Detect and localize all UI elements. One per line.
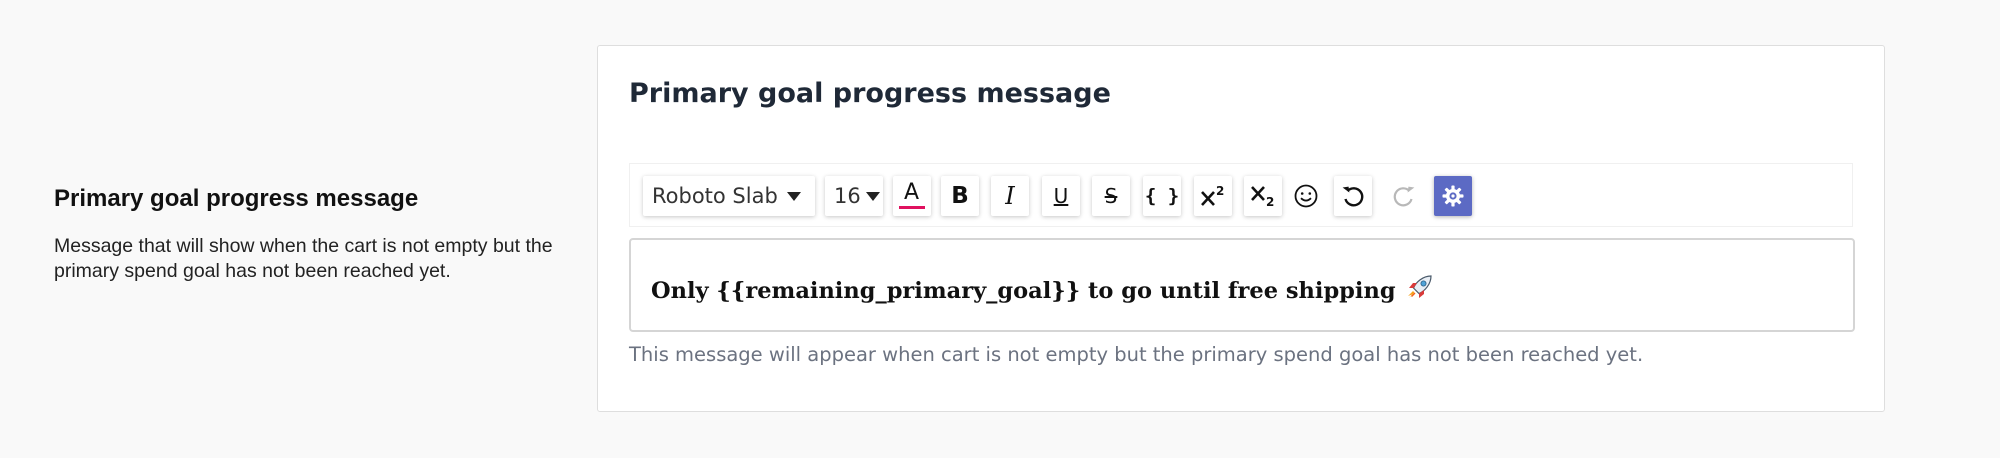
undo-icon (1342, 186, 1364, 207)
undo-button[interactable] (1334, 176, 1372, 216)
editor-toolbar: Roboto Slab 16 A B I U S { } 2 2 (629, 163, 1853, 227)
font-family-value: Roboto Slab (652, 184, 778, 208)
settings-icon (1442, 185, 1464, 207)
section-description: Message that will show when the cart is … (54, 235, 553, 282)
text-color-icon: A (898, 181, 926, 211)
help-text: This message will appear when cart is no… (629, 343, 1644, 366)
message-card: Primary goal progress message Roboto Sla… (597, 45, 1885, 412)
text-color-button[interactable]: A (893, 176, 931, 216)
underline-button[interactable]: U (1042, 176, 1080, 216)
bold-icon: B (951, 182, 969, 209)
emoji-button[interactable] (1288, 176, 1324, 216)
redo-button[interactable] (1385, 176, 1423, 216)
svg-text:2: 2 (1216, 184, 1224, 198)
strikethrough-button[interactable]: S (1092, 176, 1130, 216)
message-editor[interactable]: Only {{remaining_primary_goal}} to go un… (629, 238, 1855, 332)
code-braces-icon: { } (1144, 184, 1180, 207)
bold-button[interactable]: B (941, 176, 979, 216)
rocket-icon (1404, 273, 1436, 309)
editor-content: Only {{remaining_primary_goal}} to go un… (651, 273, 1436, 309)
code-button[interactable]: { } (1143, 176, 1181, 216)
editor-message-text: Only {{remaining_primary_goal}} to go un… (651, 278, 1396, 304)
subscript-button[interactable]: 2 (1244, 176, 1282, 216)
underline-icon: U (1053, 184, 1069, 208)
settings-button[interactable] (1434, 176, 1472, 216)
font-size-value: 16 (834, 184, 861, 208)
italic-icon: I (1005, 182, 1015, 210)
italic-button[interactable]: I (991, 176, 1029, 216)
section-title: Primary goal progress message (54, 185, 419, 212)
card-title: Primary goal progress message (629, 78, 1111, 109)
font-size-select[interactable]: 16 (825, 176, 883, 216)
settings-section: Primary goal progress message Message th… (54, 184, 574, 284)
font-family-select[interactable]: Roboto Slab (643, 176, 815, 216)
emoji-icon (1294, 184, 1318, 208)
subscript-icon: 2 (1251, 186, 1274, 208)
strikethrough-icon: S (1104, 184, 1118, 208)
redo-icon (1393, 186, 1415, 207)
chevron-down-icon (865, 191, 880, 201)
svg-text:2: 2 (1266, 195, 1274, 208)
superscript-button[interactable]: 2 (1194, 176, 1232, 216)
superscript-icon: 2 (1201, 184, 1224, 206)
chevron-down-icon (786, 191, 801, 201)
